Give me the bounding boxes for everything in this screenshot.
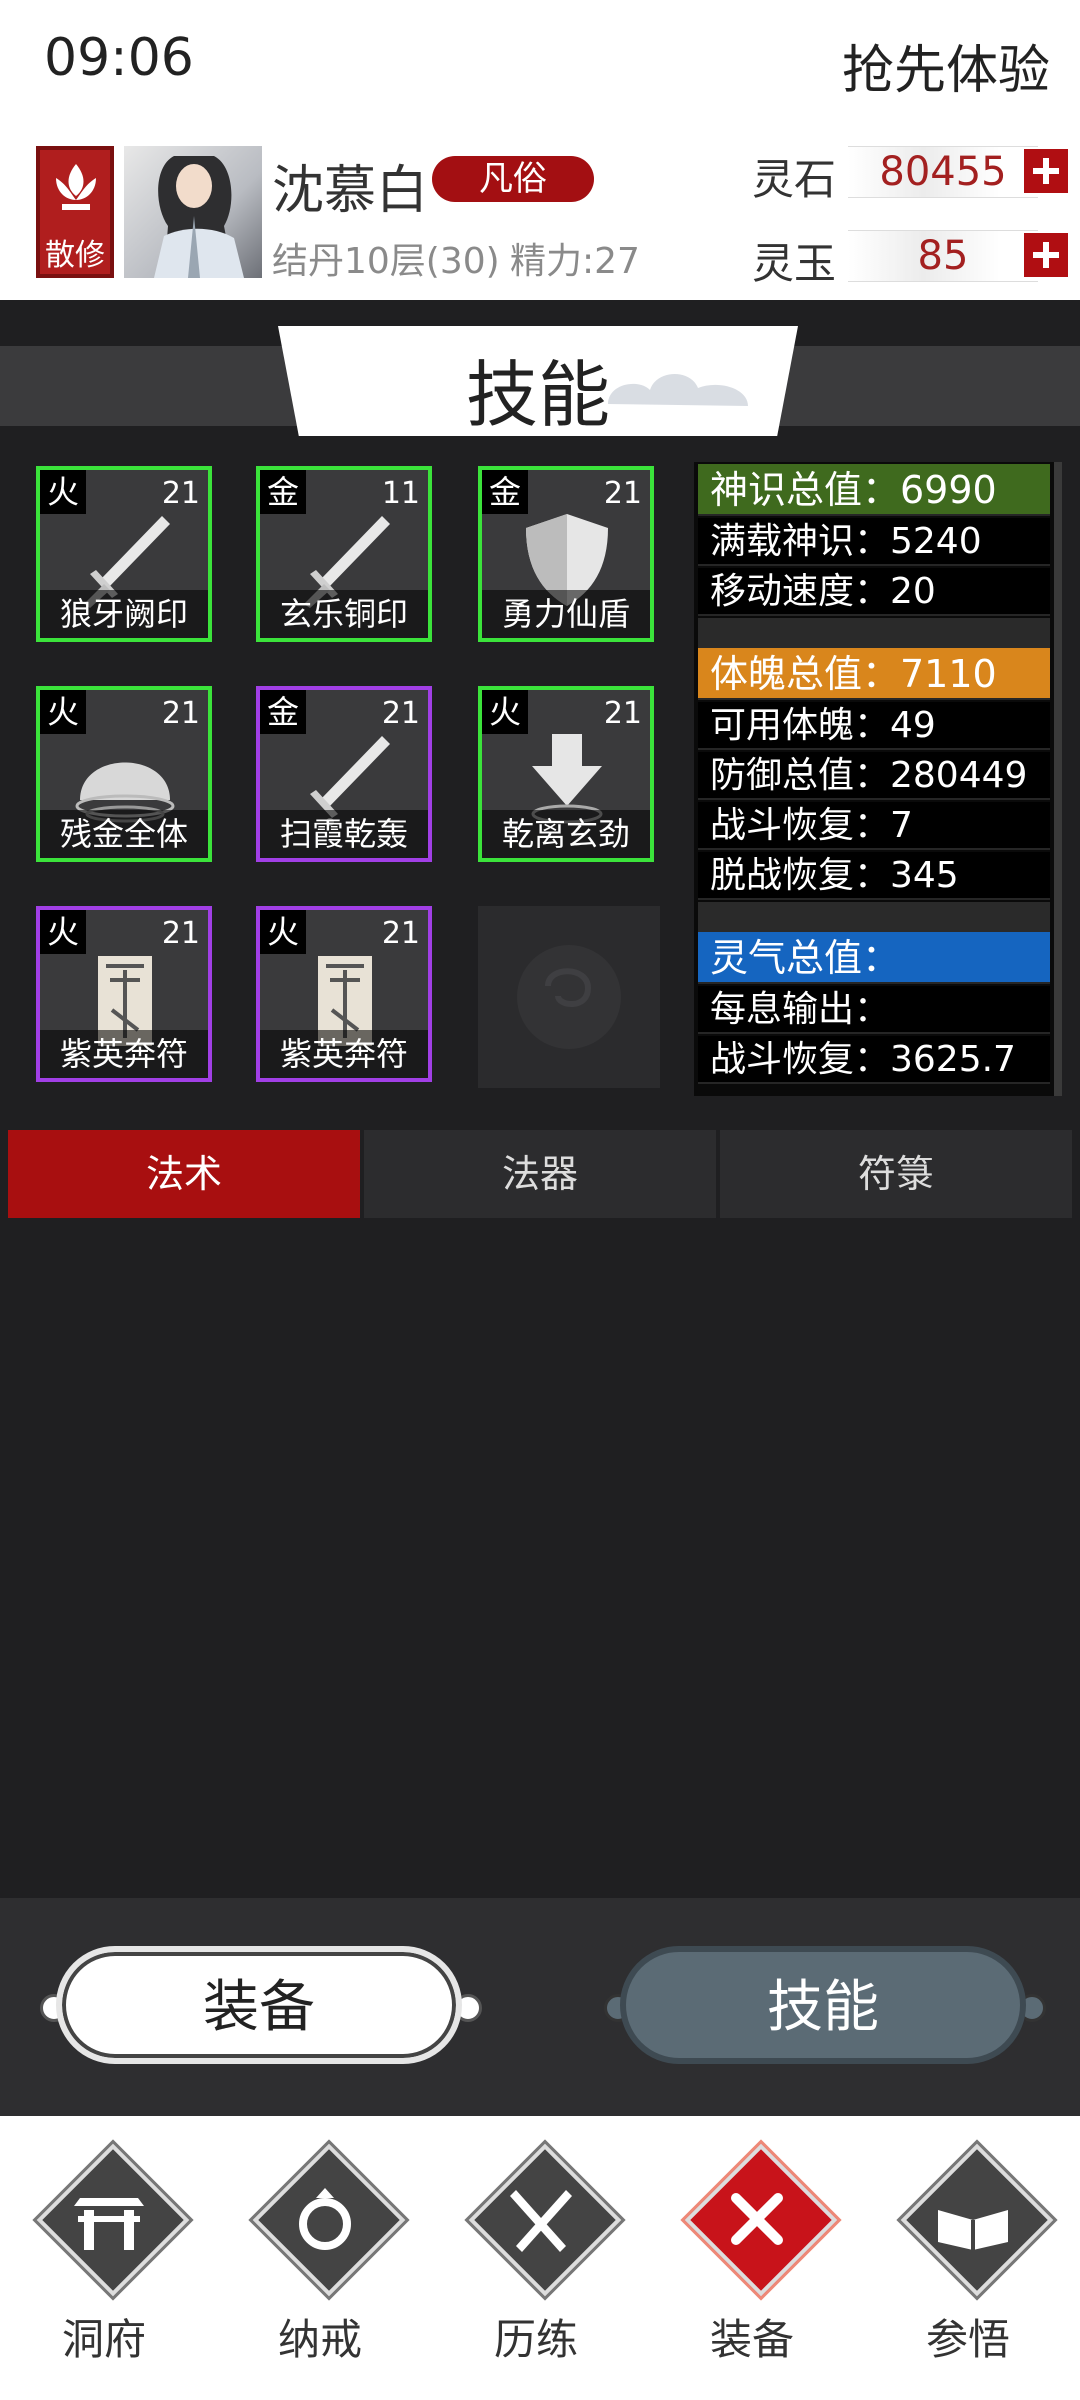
realm-badge: 凡俗 <box>432 156 594 202</box>
skill-name: 残金全体 <box>40 810 208 858</box>
skill-level: 21 <box>161 696 200 731</box>
lotus-icon <box>56 164 96 210</box>
nav-label: 纳戒 <box>277 2315 362 2364</box>
spirit-sense-total: 神识总值：6990 <box>698 464 1050 516</box>
equip-button[interactable]: 装备 <box>56 1946 462 2064</box>
tab-spells[interactable]: 法术 <box>8 1130 360 1218</box>
stamina-value: 精力:27 <box>510 241 640 282</box>
stat-row: 战斗恢复：3625.7 <box>698 1036 1050 1084</box>
skill-level: 11 <box>381 476 420 511</box>
skill-slot-3[interactable]: 金 21 勇力仙盾 <box>478 466 654 642</box>
element-tag: 火 <box>260 910 306 954</box>
element-tag: 金 <box>260 470 306 514</box>
skill-name: 狼牙阙印 <box>40 590 208 638</box>
add-spirit-jade-button[interactable] <box>1022 231 1070 279</box>
qi-total: 灵气总值：5438439 <box>698 932 1050 1032</box>
skills-header: 技能 <box>278 326 798 436</box>
player-name: 沈慕白 <box>272 161 429 221</box>
skill-slot-8[interactable]: 火 21 紫英奔符 <box>256 906 432 1082</box>
spirit-stone-label: 灵石 <box>752 155 837 204</box>
nav-label: 历练 <box>493 2315 578 2364</box>
skill-button[interactable]: 技能 <box>620 1946 1026 2064</box>
nav-item-training[interactable]: 历练 <box>446 2143 626 2376</box>
skill-level: 21 <box>161 916 200 951</box>
skill-slot-7[interactable]: 火 21 紫英奔符 <box>36 906 212 1082</box>
spirit-jade-value: 85 <box>917 233 969 279</box>
stat-row: 移动速度：20 <box>698 568 1050 616</box>
stat-row: 脱战恢复：345 <box>698 852 1050 900</box>
avatar-portrait <box>154 156 244 278</box>
skill-slot-4[interactable]: 火 21 残金全体 <box>36 686 212 862</box>
element-tag: 金 <box>260 690 306 734</box>
element-tag: 金 <box>482 470 528 514</box>
skill-category-tabs: 法术 法器 符箓 <box>0 1130 1080 1222</box>
stat-row: 可用体魄：49 <box>698 702 1050 750</box>
locked-seal-icon <box>517 945 621 1049</box>
tab-talismans[interactable]: 符箓 <box>720 1130 1072 1218</box>
cloud-decoration-icon <box>608 373 748 406</box>
skill-level: 21 <box>381 916 420 951</box>
spirit-stone-value: 80455 <box>879 149 1007 195</box>
skill-slot-1[interactable]: 火 21 狼牙阙印 <box>36 466 212 642</box>
element-tag: 火 <box>482 690 528 734</box>
skill-name: 玄乐铜印 <box>260 590 428 638</box>
stats-panel: 神识总值：6990 满载神识：5240 移动速度：20 体魄总值：7110 可用… <box>694 462 1062 1096</box>
nav-item-equipment[interactable]: 装备 <box>662 2143 842 2376</box>
stat-separator <box>698 618 1050 648</box>
skill-slot-6[interactable]: 火 21 乾离玄劲 <box>478 686 654 862</box>
element-tag: 火 <box>40 470 86 514</box>
book-icon <box>938 2210 1008 2250</box>
avatar[interactable] <box>124 146 262 278</box>
crossed-swords-icon <box>510 2190 572 2252</box>
nav-item-ring[interactable]: 纳戒 <box>230 2143 410 2376</box>
stat-row: 防御总值：280449 <box>698 752 1050 800</box>
sect-label: 散修 <box>45 238 105 273</box>
element-tag: 火 <box>40 690 86 734</box>
skill-slot-2[interactable]: 金 11 玄乐铜印 <box>256 466 432 642</box>
cultivation-level: 结丹10层(30) <box>272 241 500 282</box>
player-header: 09:06 抢先体验 散修 沈慕白 凡俗 结丹10层(30) 精力:27 灵石 … <box>0 0 1080 300</box>
stat-row: 战斗恢复：7 <box>698 802 1050 850</box>
skill-slot-5[interactable]: 金 21 扫霞乾轰 <box>256 686 432 862</box>
body-total: 体魄总值：7110 <box>698 648 1050 700</box>
nav-item-comprehend[interactable]: 参悟 <box>878 2143 1058 2376</box>
skill-level: 21 <box>381 696 420 731</box>
ring-icon <box>299 2188 351 2250</box>
element-tag: 火 <box>40 910 86 954</box>
skill-name: 紫英奔符 <box>260 1030 428 1078</box>
add-spirit-stone-button[interactable] <box>1022 147 1070 195</box>
bottom-nav: 洞府 纳戒 历练 装备 参悟 <box>0 2116 1080 2400</box>
sect-badge[interactable]: 散修 <box>36 146 114 278</box>
nav-item-cave[interactable]: 洞府 <box>14 2143 194 2376</box>
stat-row: 每息输出：52201.25 <box>698 986 1050 1078</box>
gate-icon <box>74 2198 144 2250</box>
skill-level: 21 <box>603 476 642 511</box>
spirit-stone-box: 80455 <box>848 146 1038 198</box>
nav-label: 装备 <box>709 2315 794 2364</box>
close-icon <box>731 2193 783 2245</box>
empty-skill-slot[interactable] <box>478 906 660 1088</box>
tab-artifacts[interactable]: 法器 <box>364 1130 716 1218</box>
nav-label: 参悟 <box>925 2315 1010 2364</box>
skill-name: 扫霞乾轰 <box>260 810 428 858</box>
status-time: 09:06 <box>44 28 194 88</box>
stat-row: 满载神识：5240 <box>698 518 1050 566</box>
spirit-jade-label: 灵玉 <box>752 239 837 288</box>
stat-separator <box>698 902 1050 932</box>
skill-level: 21 <box>161 476 200 511</box>
skill-name: 紫英奔符 <box>40 1030 208 1078</box>
skill-name: 乾离玄劲 <box>482 810 650 858</box>
early-access-label[interactable]: 抢先体验 <box>842 28 1050 103</box>
skill-list-area[interactable] <box>0 1222 1080 1898</box>
nav-label: 洞府 <box>61 2315 146 2364</box>
skill-name: 勇力仙盾 <box>482 590 650 638</box>
skill-level: 21 <box>603 696 642 731</box>
spirit-jade-box: 85 <box>848 230 1038 282</box>
